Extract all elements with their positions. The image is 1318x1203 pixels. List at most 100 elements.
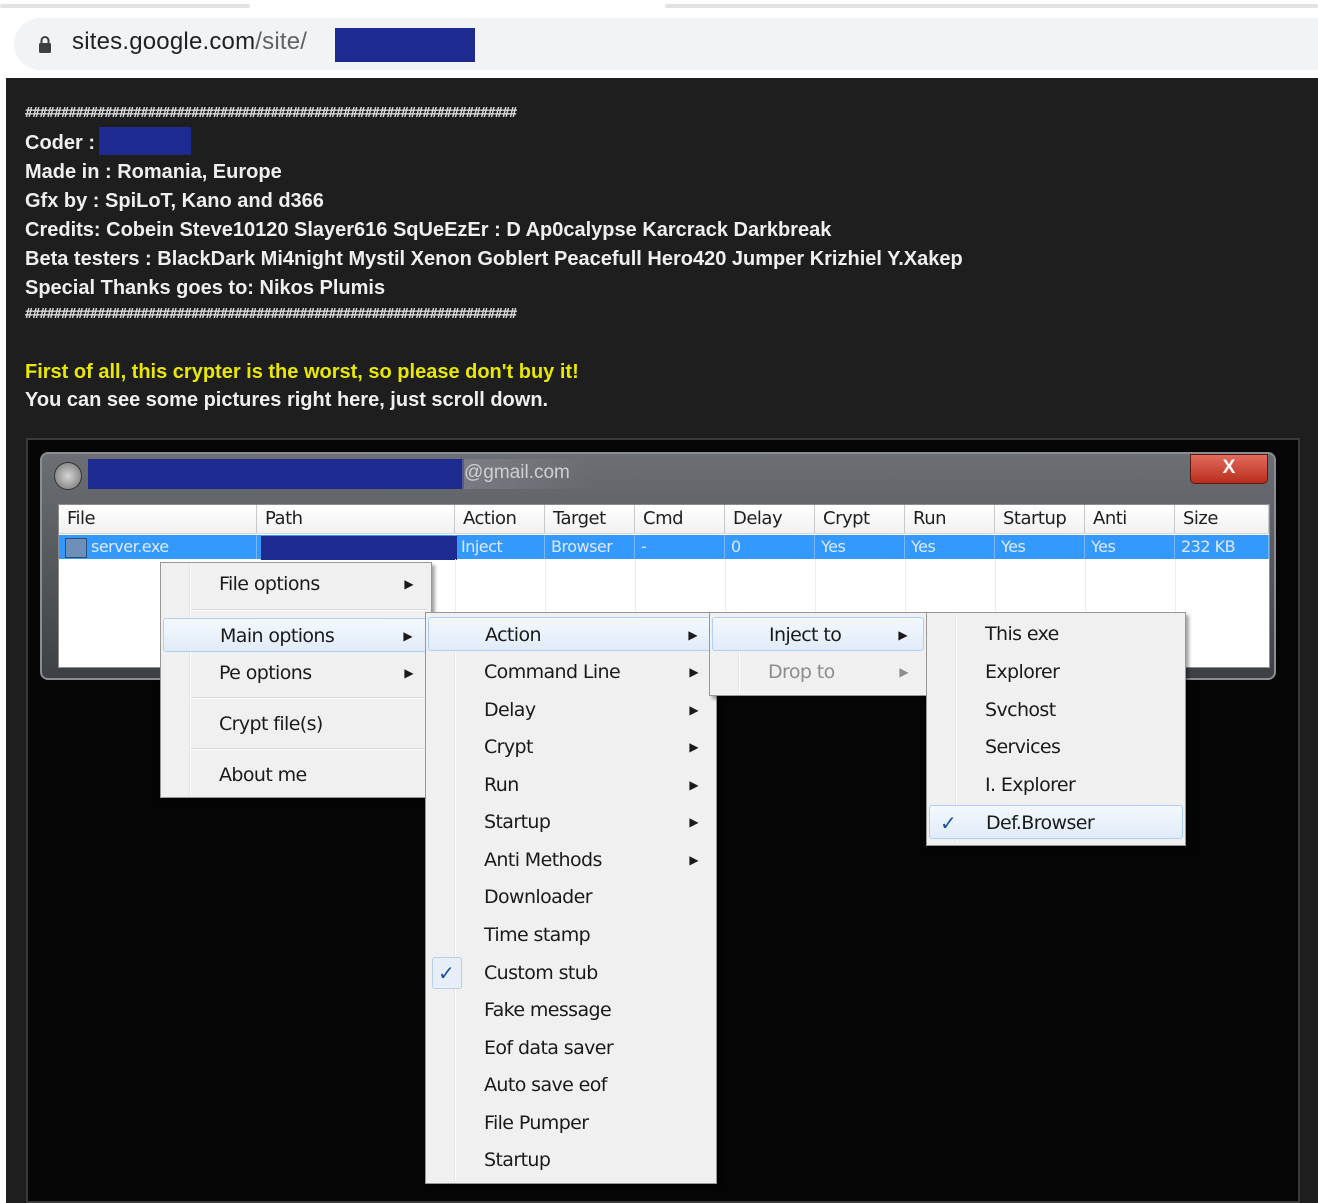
menu-item-fake-message[interactable]: Fake message <box>428 993 714 1027</box>
column-header-delay[interactable]: Delay <box>725 505 815 533</box>
menu-item-label: Fake message <box>484 999 612 1021</box>
menu-item-run[interactable]: Run ▶ <box>428 768 714 802</box>
menu-item-label: Eof data saver <box>484 1037 614 1059</box>
column-header-cmd[interactable]: Cmd <box>635 505 725 533</box>
url-text: sites.google.com/site/ <box>72 28 307 56</box>
close-button[interactable]: X <box>1190 454 1268 484</box>
scroll-note-text: You can see some pictures right here, ju… <box>25 389 549 411</box>
submenu-arrow-icon: ▶ <box>404 666 413 680</box>
menu-item-label: Startup <box>484 811 551 833</box>
menu-item-label: This exe <box>985 623 1059 645</box>
redaction-box <box>261 536 457 560</box>
redaction-box <box>99 126 191 155</box>
menu-item-label: I. Explorer <box>985 774 1076 796</box>
menu-item-delay[interactable]: Delay ▶ <box>428 693 714 727</box>
menu-item-command-line[interactable]: Command Line ▶ <box>428 655 714 689</box>
submenu-arrow-icon: ▶ <box>689 815 698 829</box>
menu-separator <box>191 697 427 699</box>
column-header-file[interactable]: File <box>59 505 257 533</box>
checkmark-icon: ✓ <box>940 811 957 835</box>
hash-divider-top: ########################################… <box>25 106 517 121</box>
menu-item-i-explorer[interactable]: I. Explorer <box>929 768 1183 802</box>
column-header-target[interactable]: Target <box>545 505 635 533</box>
submenu-arrow-icon: ▶ <box>899 665 908 679</box>
cell-crypt: Yes <box>815 535 905 559</box>
cell-target: Browser <box>545 535 635 559</box>
menu-item-label: Services <box>985 736 1061 758</box>
cell-startup: Yes <box>995 535 1085 559</box>
coder-line: Coder : <box>25 126 191 155</box>
cell-anti: Yes <box>1085 535 1175 559</box>
coder-label: Coder : <box>25 132 95 154</box>
cell-file: server.exe <box>59 535 257 559</box>
redaction-box <box>335 28 475 62</box>
menu-item-label: Def.Browser <box>986 812 1095 834</box>
app-icon <box>54 462 82 490</box>
browser-tab[interactable] <box>665 4 1318 8</box>
menu-item-label: Downloader <box>484 886 593 908</box>
menu-separator <box>191 609 427 611</box>
menu-item-explorer[interactable]: Explorer <box>929 655 1183 689</box>
column-header-action[interactable]: Action <box>455 505 545 533</box>
checkmark-icon: ✓ <box>438 961 455 985</box>
browser-tab[interactable] <box>0 4 250 8</box>
submenu-arrow-icon: ▶ <box>403 629 412 643</box>
menu-item-main-options[interactable]: Main options ▶ <box>163 618 429 652</box>
menu-item-drop-to[interactable]: Drop to ▶ <box>712 655 924 689</box>
menu-item-about-me[interactable]: About me <box>163 758 429 792</box>
menu-item-crypt[interactable]: Crypt ▶ <box>428 730 714 764</box>
menu-item-label: Command Line <box>484 661 621 683</box>
menu-item-label: Drop to <box>768 661 835 683</box>
column-header-path[interactable]: Path <box>257 505 455 533</box>
special-thanks-line: Special Thanks goes to: Nikos Plumis <box>25 277 386 299</box>
menu-item-this-exe[interactable]: This exe <box>929 617 1183 651</box>
menu-item-label: Inject to <box>769 624 842 646</box>
redaction-box <box>88 459 464 489</box>
url-domain: sites.google.com <box>72 28 256 55</box>
table-row[interactable]: server.exe Inject Browser - 0 Yes Yes Ye… <box>59 535 1269 560</box>
cell-action: Inject <box>455 535 545 559</box>
menu-item-label: Custom stub <box>484 962 598 984</box>
menu-item-label: Explorer <box>985 661 1060 683</box>
file-icon <box>65 537 87 558</box>
menu-item-anti-methods[interactable]: Anti Methods ▶ <box>428 843 714 877</box>
address-bar[interactable]: sites.google.com/site/ <box>14 18 1318 70</box>
submenu-arrow-icon: ▶ <box>689 665 698 679</box>
menu-item-startup-2[interactable]: Startup <box>428 1143 714 1177</box>
menu-item-def-browser[interactable]: ✓ Def.Browser <box>929 805 1183 839</box>
menu-item-inject-to[interactable]: Inject to ▶ <box>712 617 924 651</box>
cell-delay: 0 <box>725 535 815 559</box>
submenu-arrow-icon: ▶ <box>404 577 413 591</box>
lock-icon <box>39 36 51 53</box>
menu-item-svchost[interactable]: Svchost <box>929 693 1183 727</box>
menu-item-label: About me <box>219 764 307 786</box>
menu-item-eof-data-saver[interactable]: Eof data saver <box>428 1031 714 1065</box>
column-header-crypt[interactable]: Crypt <box>815 505 905 533</box>
menu-item-label: Main options <box>220 625 335 647</box>
cell-size: 232 KB <box>1175 535 1269 559</box>
context-menu-main: File options ▶ Main options ▶ Pe options… <box>160 562 432 798</box>
menu-item-auto-save-eof[interactable]: Auto save eof <box>428 1068 714 1102</box>
menu-item-action[interactable]: Action ▶ <box>428 617 714 651</box>
submenu-arrow-icon: ▶ <box>689 703 698 717</box>
menu-item-pe-options[interactable]: Pe options ▶ <box>163 656 429 690</box>
column-header-anti[interactable]: Anti <box>1085 505 1175 533</box>
submenu-arrow-icon: ▶ <box>689 740 698 754</box>
hash-divider-bottom: ########################################… <box>25 307 517 322</box>
menu-item-crypt-files[interactable]: Crypt file(s) <box>163 707 429 741</box>
beta-testers-line: Beta testers : BlackDark Mi4night Mystil… <box>25 248 963 270</box>
menu-item-time-stamp[interactable]: Time stamp <box>428 918 714 952</box>
column-header-startup[interactable]: Startup <box>995 505 1085 533</box>
browser-tab-strip <box>0 0 1318 14</box>
menu-separator <box>191 748 427 750</box>
column-header-size[interactable]: Size <box>1175 505 1269 533</box>
menu-item-downloader[interactable]: Downloader <box>428 880 714 914</box>
submenu-action: Inject to ▶ Drop to ▶ <box>709 612 927 696</box>
column-header-run[interactable]: Run <box>905 505 995 533</box>
menu-item-services[interactable]: Services <box>929 730 1183 764</box>
menu-item-file-pumper[interactable]: File Pumper <box>428 1106 714 1140</box>
menu-item-startup[interactable]: Startup ▶ <box>428 805 714 839</box>
menu-item-file-options[interactable]: File options ▶ <box>163 567 429 601</box>
menu-item-custom-stub[interactable]: ✓ Custom stub <box>428 956 714 990</box>
made-in-line: Made in : Romania, Europe <box>25 161 282 183</box>
